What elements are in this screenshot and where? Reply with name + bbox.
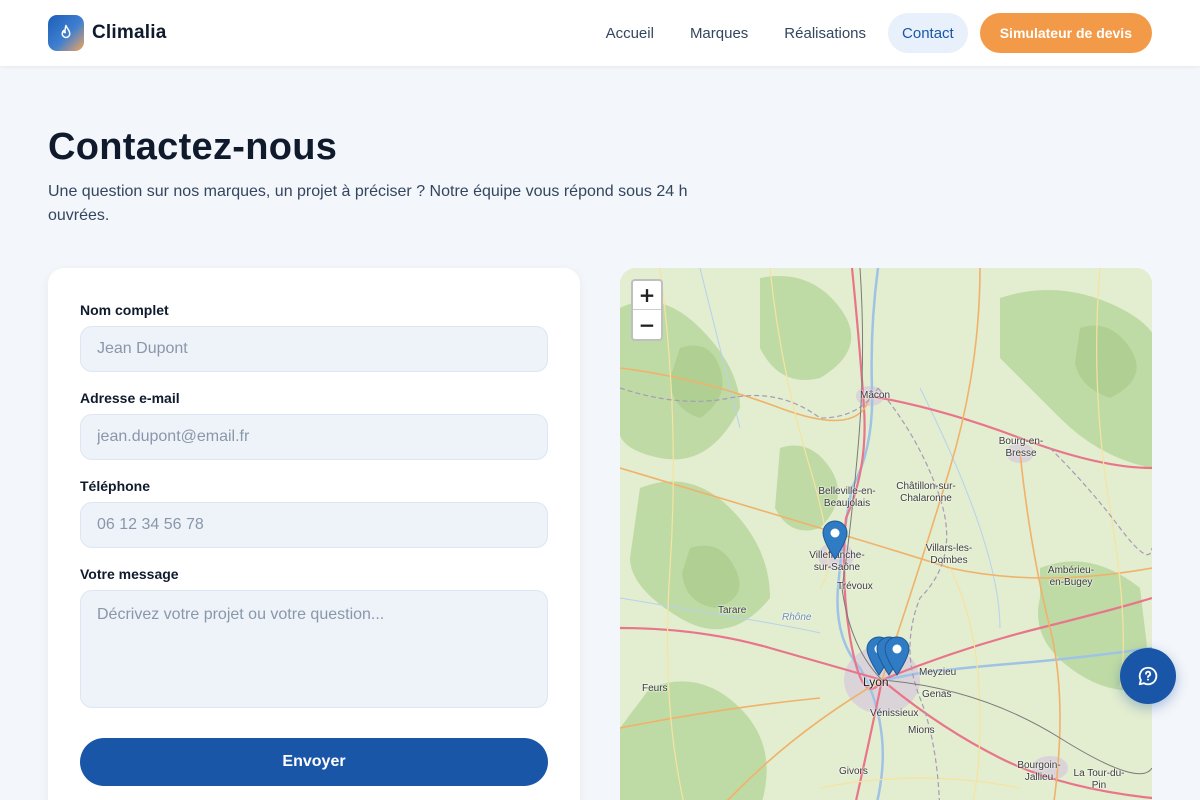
name-label: Nom complet [80, 302, 169, 318]
map-zoom-control: + − [631, 279, 663, 341]
map-marker-icon[interactable] [822, 520, 848, 560]
map-panel[interactable]: Mâcon Bourg-en-Bresse Belleville-en-Beau… [620, 268, 1152, 800]
place-label: Bourgoin-Jallieu [1017, 760, 1061, 783]
place-label: Belleville-en-Beaujolais [818, 486, 876, 509]
place-label: Trévoux [837, 581, 873, 592]
page-title: Contactez-nous [48, 126, 338, 168]
place-label: Mâcon [860, 390, 891, 401]
main-nav: Accueil Marques Réalisations Contact Sim… [592, 13, 1152, 53]
message-label: Votre message [80, 566, 179, 582]
place-label: Givors [839, 766, 868, 777]
map-marker-icon[interactable] [884, 636, 910, 676]
brand-name[interactable]: Climalia [92, 22, 166, 44]
place-label: Châtillon-sur-Chalaronne [896, 481, 956, 504]
chat-help-icon [1138, 666, 1158, 686]
submit-button[interactable]: Envoyer [80, 738, 548, 786]
name-input[interactable] [80, 326, 548, 372]
phone-input[interactable] [80, 502, 548, 548]
nav-realisations[interactable]: Réalisations [770, 13, 880, 53]
contact-form: Nom complet Adresse e-mail Téléphone Vot… [48, 268, 580, 800]
flame-logo-icon[interactable] [48, 15, 84, 51]
place-label: Tarare [718, 605, 747, 616]
place-label: Ambérieu-en-Bugey [1047, 565, 1095, 588]
place-label: La Tour-du-Pin [1073, 768, 1125, 791]
place-label: Genas [922, 689, 952, 700]
nav-marques[interactable]: Marques [676, 13, 762, 53]
place-label: Lyon [863, 675, 889, 689]
map-tiles[interactable] [620, 268, 1152, 800]
place-label: Mions [908, 725, 935, 736]
nav-accueil[interactable]: Accueil [592, 13, 668, 53]
email-input[interactable] [80, 414, 548, 460]
chat-button[interactable] [1120, 648, 1176, 704]
zoom-in-button[interactable]: + [633, 281, 661, 310]
nav-contact[interactable]: Contact [888, 13, 968, 53]
page-subtitle: Une question sur nos marques, un projet … [48, 183, 688, 224]
email-label: Adresse e-mail [80, 390, 180, 406]
place-label: Meyzieu [919, 667, 957, 678]
place-label: Feurs [642, 683, 668, 694]
flame-icon [61, 24, 71, 39]
site-header: Climalia Accueil Marques Réalisations Co… [0, 0, 1200, 66]
phone-label: Téléphone [80, 478, 151, 494]
place-label: Vénissieux [870, 708, 919, 719]
place-label: Bourg-en-Bresse [998, 436, 1044, 459]
place-label: Villars-les-Dombes [925, 543, 973, 566]
message-textarea[interactable] [80, 590, 548, 708]
quote-simulator-button[interactable]: Simulateur de devis [979, 13, 1152, 53]
zoom-out-button[interactable]: − [633, 310, 661, 339]
river-label: Rhône [782, 612, 812, 623]
